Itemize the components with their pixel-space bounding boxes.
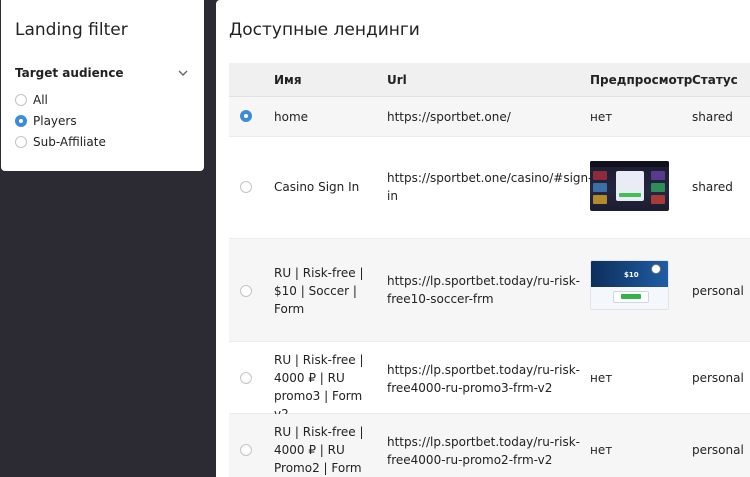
column-header-url: Url	[387, 73, 407, 87]
landing-url: https://lp.sportbet.today/ru-risk-free10…	[387, 274, 580, 306]
table-row[interactable]: RU | Risk-free | 4000 ₽ | RU promo3 | Fo…	[229, 342, 750, 421]
landing-url: https://sportbet.one/casino/#sign-in	[387, 171, 593, 203]
column-header-preview: Предпросмотр	[590, 73, 693, 87]
landing-name: RU | Risk-free | 4000 ₽ | RU promo3 | Fo…	[274, 353, 364, 421]
landing-status: shared	[692, 110, 733, 124]
casino-preview-thumbnail[interactable]	[590, 161, 669, 211]
row-select-radio[interactable]	[240, 110, 252, 122]
table-row[interactable]: RU | Risk-free | $10 | Soccer | Form htt…	[229, 239, 750, 342]
landing-preview: нет	[590, 110, 613, 124]
landing-name: home	[274, 110, 309, 124]
audience-option-all[interactable]: All	[15, 89, 106, 110]
page-title: Доступные лендинги	[229, 20, 420, 40]
landing-status: personal	[692, 443, 744, 457]
soccer-preview-thumbnail[interactable]: $10	[590, 260, 669, 310]
row-select-radio[interactable]	[240, 372, 252, 384]
landing-preview[interactable]: $10	[590, 260, 669, 310]
audience-option-label: Players	[33, 113, 77, 128]
chevron-down-icon	[178, 70, 188, 76]
target-audience-label: Target audience	[15, 66, 124, 80]
target-audience-options: All Players Sub-Affiliate	[15, 89, 106, 152]
landing-url: https://lp.sportbet.today/ru-risk-free40…	[387, 363, 580, 395]
landing-filter-panel: Landing filter Target audience All Playe…	[1, 0, 204, 171]
landing-status: shared	[692, 180, 733, 194]
radio-button-checked[interactable]	[15, 114, 27, 127]
landing-name: RU | Risk-free | 4000 ₽ | RU Promo2 | Fo…	[274, 425, 364, 475]
landing-name: RU | Risk-free | $10 | Soccer | Form	[274, 266, 364, 316]
table-row[interactable]: Casino Sign In https://sportbet.one/casi…	[229, 137, 750, 239]
landing-url: https://sportbet.one/	[387, 110, 511, 124]
landing-url: https://lp.sportbet.today/ru-risk-free40…	[387, 435, 580, 467]
landing-status: personal	[692, 284, 744, 298]
table-row[interactable]: RU | Risk-free | 4000 ₽ | RU Promo2 | Fo…	[229, 414, 750, 477]
table-body: home https://sportbet.one/ нет shared Ca…	[229, 97, 750, 477]
landings-table: Имя Url Предпросмотр Статус home https:/…	[229, 63, 750, 477]
landing-name: Casino Sign In	[274, 180, 360, 194]
row-select-radio[interactable]	[240, 285, 252, 297]
radio-button[interactable]	[15, 135, 27, 148]
landing-preview: нет	[590, 443, 613, 457]
filter-title: Landing filter	[15, 20, 128, 40]
row-select-radio[interactable]	[240, 444, 252, 456]
target-audience-toggle[interactable]: Target audience	[15, 64, 190, 82]
radio-button[interactable]	[15, 93, 27, 106]
preview-amount: $10	[624, 271, 639, 279]
audience-option-label: Sub-Affiliate	[33, 134, 106, 149]
table-row[interactable]: home https://sportbet.one/ нет shared	[229, 97, 750, 137]
row-select-radio[interactable]	[240, 181, 252, 193]
landing-preview[interactable]	[590, 161, 669, 211]
column-header-name: Имя	[274, 73, 302, 87]
column-header-status: Статус	[692, 73, 738, 87]
landings-panel: Доступные лендинги Имя Url Предпросмотр …	[216, 0, 750, 477]
audience-option-label: All	[33, 92, 48, 107]
table-header: Имя Url Предпросмотр Статус	[229, 63, 750, 97]
audience-option-players[interactable]: Players	[15, 110, 106, 131]
audience-option-sub-affiliate[interactable]: Sub-Affiliate	[15, 131, 106, 152]
landing-status: personal	[692, 371, 744, 385]
landing-preview: нет	[590, 371, 613, 385]
